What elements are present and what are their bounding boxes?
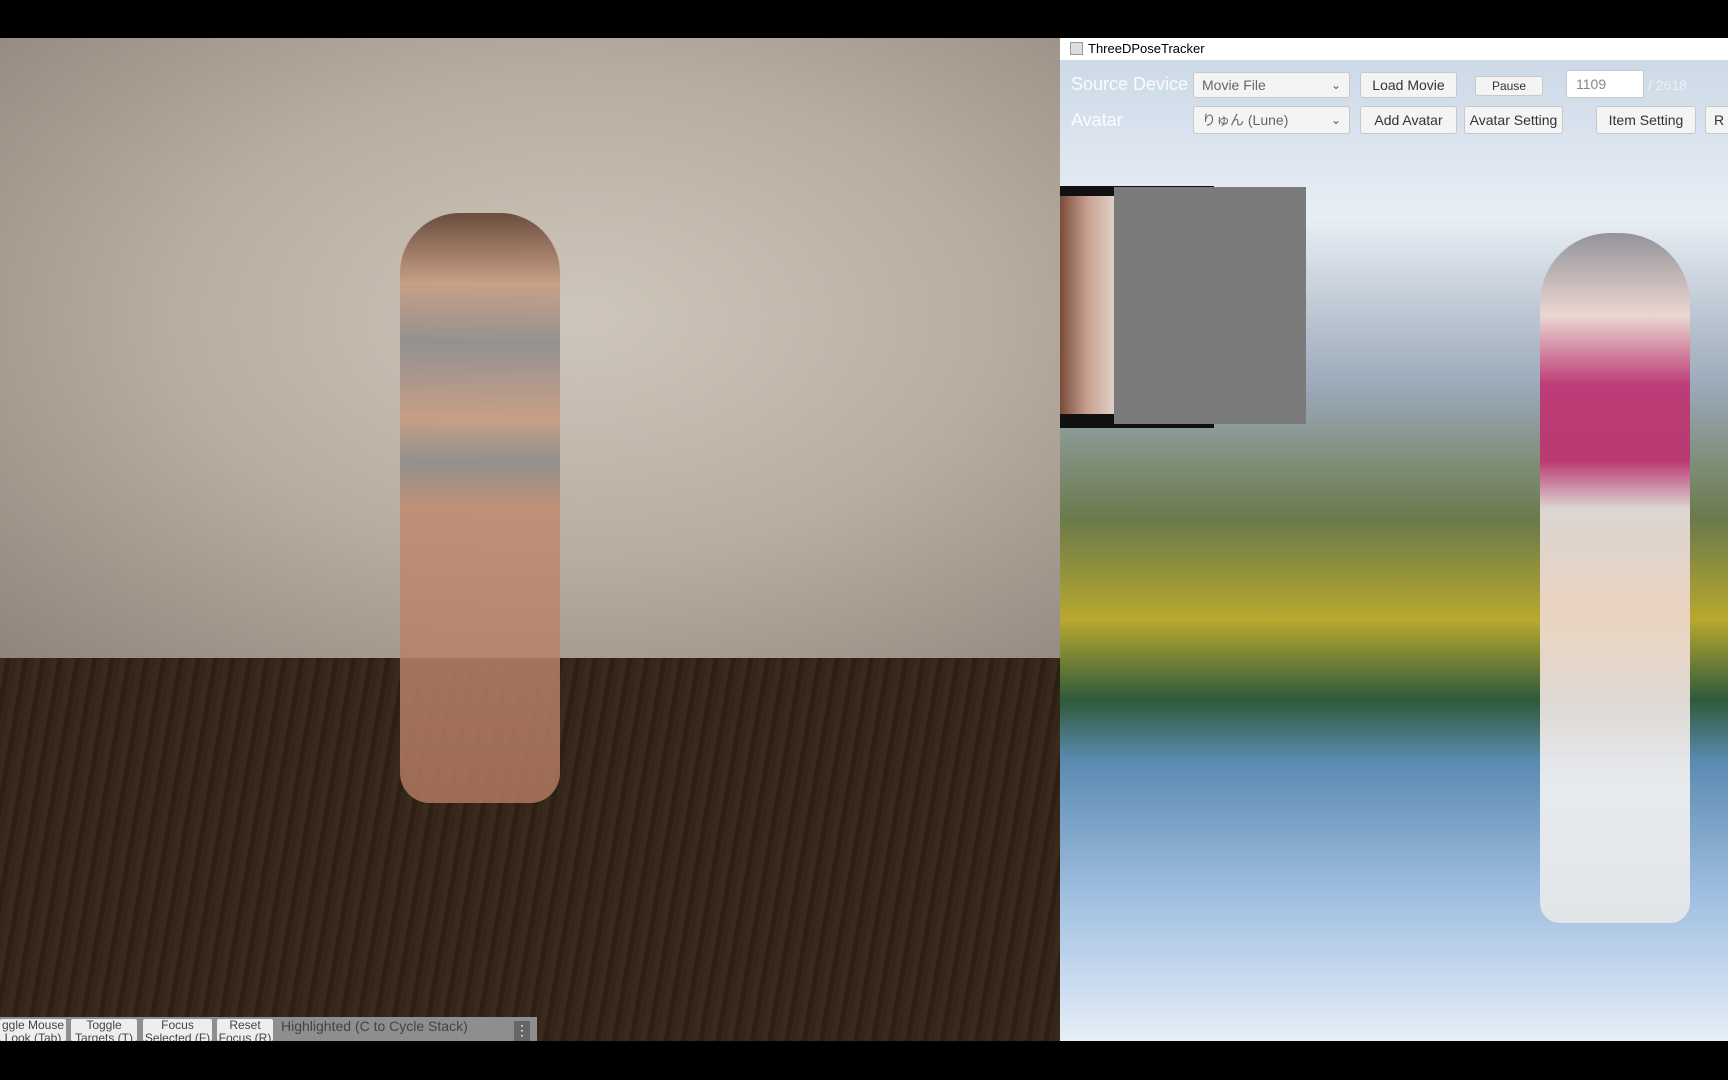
anime-avatar xyxy=(1540,233,1690,923)
threedposetracker-window: ThreeDPoseTracker Source Device Movie Fi… xyxy=(1060,38,1728,1041)
avatar-value: りゅん (Lune) xyxy=(1202,112,1289,128)
reset-focus-button[interactable]: Reset Focus (R) xyxy=(217,1019,273,1041)
toggle-mouse-look-button[interactable]: ggle Mouse Look (Tab) xyxy=(0,1019,66,1041)
preview-overlay xyxy=(1114,187,1306,424)
source-device-select[interactable]: Movie File ⌄ xyxy=(1193,72,1350,98)
frame-input[interactable]: 1109 xyxy=(1566,70,1644,98)
chevron-down-icon: ⌄ xyxy=(1330,113,1341,127)
more-menu-icon[interactable]: ⋮ xyxy=(514,1021,530,1041)
button-label: Selected (F) xyxy=(144,1031,211,1042)
item-setting-button[interactable]: Item Setting xyxy=(1596,106,1696,134)
avatar-setting-button[interactable]: Avatar Setting xyxy=(1464,106,1563,134)
avatar-label: Avatar xyxy=(1071,110,1123,130)
3d-character xyxy=(400,213,560,803)
chevron-down-icon: ⌄ xyxy=(1330,78,1341,92)
button-label: Look (Tab) xyxy=(4,1031,62,1042)
window-title: ThreeDPoseTracker xyxy=(1088,41,1205,56)
add-avatar-button[interactable]: Add Avatar xyxy=(1360,106,1457,134)
bottom-toolbar: ggle Mouse Look (Tab) Toggle Targets (T) F… xyxy=(0,1017,537,1041)
pause-button[interactable]: Pause xyxy=(1475,76,1543,96)
avatar-select[interactable]: りゅん (Lune) ⌄ xyxy=(1193,106,1350,134)
button-label: Targets (T) xyxy=(74,1031,133,1042)
button-label: Focus (R) xyxy=(218,1031,272,1042)
highlighted-status: Highlighted (C to Cycle Stack) xyxy=(281,1018,468,1034)
source-device-label: Source Device xyxy=(1071,74,1189,94)
app-icon xyxy=(1070,42,1083,55)
focus-selected-button[interactable]: Focus Selected (F) xyxy=(143,1019,212,1041)
load-movie-button[interactable]: Load Movie xyxy=(1360,72,1457,98)
video-thumbnail xyxy=(1060,196,1114,414)
r-button[interactable]: R xyxy=(1705,106,1728,134)
toggle-targets-button[interactable]: Toggle Targets (T) xyxy=(71,1019,137,1041)
title-bar: ThreeDPoseTracker xyxy=(1060,38,1728,60)
frame-total: / 2618 xyxy=(1648,77,1687,93)
source-device-value: Movie File xyxy=(1202,77,1266,93)
3d-viewport[interactable] xyxy=(0,38,1060,1041)
